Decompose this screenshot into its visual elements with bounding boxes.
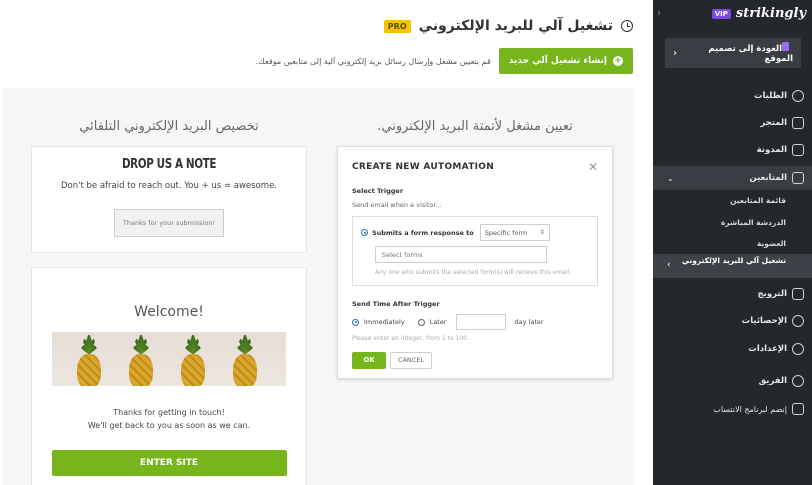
sidebar-item-settings[interactable]: الإعدادات xyxy=(653,343,812,355)
pineapple-image xyxy=(52,332,286,386)
drop-note-subtitle: Don't be afraid to reach out. You + us =… xyxy=(60,181,277,191)
send-time-label: Send Time After Trigger xyxy=(352,300,440,308)
sidebar-item-orders[interactable]: الطلبات xyxy=(653,90,812,102)
forms-hint: Any one who submits the selected form(s)… xyxy=(375,269,572,276)
edit-icon xyxy=(782,42,789,51)
immediately-radio[interactable] xyxy=(352,318,359,326)
sidebar-item-label: إنضم لبرنامج الانتساب xyxy=(713,404,787,414)
range-hint: Please enter an integer, from 1 to 100. xyxy=(352,335,469,342)
create-automation-panel: CREATE NEW AUTOMATION ✕ Select Trigger S… xyxy=(337,146,613,379)
chevron-left-icon: ‹ xyxy=(667,260,671,270)
form-type-value: Specific form xyxy=(484,228,528,237)
sidebar: › VIP strikingly العودة إلى تصميم الموقع… xyxy=(653,0,812,485)
create-automation-label: إنشاء تشغيل آلي جديد xyxy=(508,56,607,66)
later-label: Later xyxy=(429,318,447,326)
dollar-icon xyxy=(792,90,804,102)
enter-site-button[interactable]: ENTER SITE xyxy=(51,450,287,476)
collapse-sidebar-icon[interactable]: › xyxy=(657,8,661,19)
create-automation-button[interactable]: + إنشاء تشغيل آلي جديد xyxy=(498,48,633,74)
welcome-line-1: Thanks for getting in touch! xyxy=(113,408,225,417)
pie-chart-icon xyxy=(792,315,804,327)
later-radio[interactable] xyxy=(417,318,425,326)
sidebar-item-affiliate[interactable]: إنضم لبرنامج الانتساب xyxy=(653,403,812,415)
drop-note-preview[interactable]: DROP US A NOTE Don't be afraid to reach … xyxy=(31,146,307,253)
form-response-radio[interactable] xyxy=(361,229,368,236)
ok-button[interactable]: OK xyxy=(352,352,386,369)
page-description: قم بتعيين مشغل وإرسال رسائل بريد إلكترون… xyxy=(255,56,491,66)
subnav-audience-list[interactable]: قائمة المتابعين xyxy=(730,196,786,205)
page-header: تشغيل آلي للبريد الإلكتروني PRO xyxy=(383,18,633,34)
trigger-options: Submits a form response to Specific form… xyxy=(352,216,598,286)
subnav-label: تشغيل آلي للبريد الإلكتروني xyxy=(681,256,786,265)
vip-badge: VIP xyxy=(711,8,731,19)
sidebar-item-team[interactable]: الفريق xyxy=(653,375,812,387)
back-to-editor-button[interactable]: العودة إلى تصميم الموقع ‹ xyxy=(665,38,801,68)
subnav-live-chat[interactable]: الدردشة المباشرة xyxy=(721,218,786,227)
select-forms-dropdown[interactable]: Select forms xyxy=(375,246,547,263)
sidebar-item-label: الطلبات xyxy=(753,91,787,101)
pro-badge: PRO xyxy=(383,19,411,33)
logo: VIP strikingly xyxy=(711,6,806,21)
sidebar-item-blog[interactable]: المدونة xyxy=(653,144,812,156)
sidebar-item-label: المتابعين xyxy=(749,173,787,183)
main-content: تشغيل آلي للبريد الإلكتروني PRO قم بتعيي… xyxy=(0,0,653,485)
form-response-label: Submits a form response to xyxy=(372,228,474,237)
cancel-button[interactable]: CANCEL xyxy=(390,352,432,369)
sidebar-item-label: الإحصائيات xyxy=(741,316,787,326)
automation-canvas: تخصيص البريد الإلكتروني التلقائي تعيين م… xyxy=(2,88,634,485)
drop-note-title: DROP US A NOTE xyxy=(121,157,217,172)
sidebar-item-store[interactable]: المتجر xyxy=(653,117,812,129)
day-later-label: day later xyxy=(514,318,544,326)
brand-logo: strikingly xyxy=(735,6,806,21)
header-actions: قم بتعيين مشغل وإرسال رسائل بريد إلكترون… xyxy=(256,48,633,74)
team-icon xyxy=(792,375,804,387)
trigger-subtitle: Send email when a visitor... xyxy=(352,201,442,209)
store-icon xyxy=(792,117,804,129)
page-title: تشغيل آلي للبريد الإلكتروني xyxy=(418,18,613,34)
plus-icon: + xyxy=(613,56,623,66)
sidebar-item-label: الإعدادات xyxy=(748,344,787,354)
welcome-email-preview[interactable]: Welcome! Thanks for getting in touch! We… xyxy=(31,267,307,485)
welcome-title: Welcome! xyxy=(134,304,204,320)
automation-title: CREATE NEW AUTOMATION xyxy=(352,162,495,172)
trigger-label: Select Trigger xyxy=(352,187,404,195)
sidebar-item-audience[interactable]: ⌄ المتابعين xyxy=(653,166,812,190)
clock-icon xyxy=(621,20,633,32)
gear-icon xyxy=(792,343,804,355)
welcome-message: Thanks for getting in touch! We'll get b… xyxy=(32,406,306,432)
subnav-email-automation[interactable]: ‹ تشغيل آلي للبريد الإلكتروني xyxy=(653,254,812,278)
trophy-icon xyxy=(792,403,804,415)
sidebar-item-label: الترويج xyxy=(757,289,787,299)
pen-icon xyxy=(792,144,804,156)
submission-button: Thanks for your submission! xyxy=(114,209,224,237)
chevron-updown-icon: ⇕ xyxy=(539,229,545,236)
days-input[interactable] xyxy=(455,314,506,330)
sidebar-item-promote[interactable]: الترويج xyxy=(653,288,812,300)
welcome-line-2: We'll get back to you as soon as we can. xyxy=(87,421,251,430)
right-column-title: تعيين مشغل لأتمتة البريد الإلكتروني. xyxy=(377,119,573,134)
sidebar-item-label: الفريق xyxy=(758,376,787,386)
chevron-down-icon: ⌄ xyxy=(667,173,674,183)
immediately-label: Immediately xyxy=(364,318,405,326)
back-label: العودة إلى تصميم الموقع xyxy=(708,44,793,64)
form-type-select[interactable]: Specific form ⇕ xyxy=(479,224,550,241)
sidebar-item-label: المدونة xyxy=(756,145,787,155)
sidebar-item-analytics[interactable]: الإحصائيات xyxy=(653,315,812,327)
subnav-membership[interactable]: العضوية xyxy=(757,239,786,248)
close-icon[interactable]: ✕ xyxy=(588,161,598,173)
megaphone-icon xyxy=(792,288,804,300)
left-column-title: تخصيص البريد الإلكتروني التلقائي xyxy=(79,119,259,134)
sidebar-item-label: المتجر xyxy=(760,118,787,128)
chevron-left-icon: ‹ xyxy=(673,47,678,59)
users-icon xyxy=(792,172,804,184)
